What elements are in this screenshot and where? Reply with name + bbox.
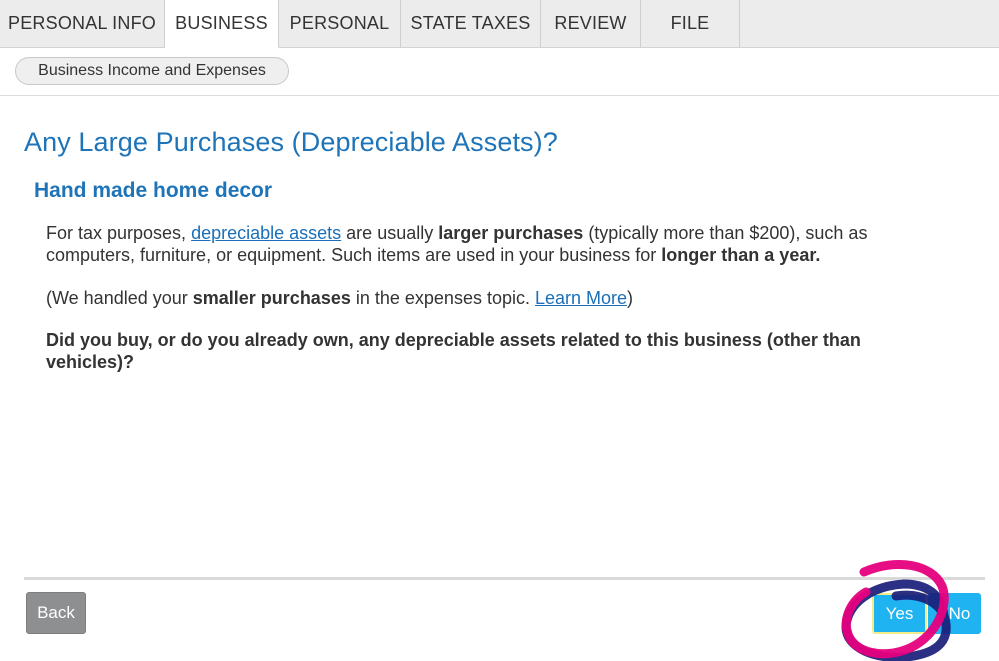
tab-business[interactable]: BUSINESS bbox=[165, 0, 279, 48]
no-button[interactable]: No bbox=[928, 593, 981, 634]
back-button[interactable]: Back bbox=[26, 592, 86, 634]
tab-state-taxes[interactable]: STATE TAXES bbox=[401, 0, 541, 47]
breadcrumb-bar: Business Income and Expenses bbox=[0, 48, 999, 96]
tab-bar-filler bbox=[740, 0, 999, 47]
text-segment: ) bbox=[627, 288, 634, 308]
bold-longer-than-year: longer than a year. bbox=[661, 245, 821, 265]
business-name-subtitle: Hand made home decor bbox=[34, 179, 273, 202]
tab-review[interactable]: REVIEW bbox=[541, 0, 641, 47]
footer-divider bbox=[24, 577, 985, 580]
breadcrumb-business-income-expenses[interactable]: Business Income and Expenses bbox=[15, 57, 289, 85]
bold-smaller-purchases: smaller purchases bbox=[192, 288, 351, 308]
tab-file[interactable]: FILE bbox=[641, 0, 740, 47]
top-nav-tabs: PERSONAL INFO BUSINESS PERSONAL STATE TA… bbox=[0, 0, 999, 48]
tab-personal-info[interactable]: PERSONAL INFO bbox=[0, 0, 165, 47]
bold-larger-purchases: larger purchases bbox=[438, 223, 584, 243]
text-segment: (We handled your bbox=[46, 288, 193, 308]
page-title: Any Large Purchases (Depreciable Assets)… bbox=[24, 127, 558, 157]
depreciable-assets-explanation: For tax purposes, depreciable assets are… bbox=[46, 222, 946, 266]
depreciable-assets-link[interactable]: depreciable assets bbox=[191, 223, 341, 243]
smaller-purchases-note: (We handled your smaller purchases in th… bbox=[46, 287, 946, 309]
depreciable-assets-question: Did you buy, or do you already own, any … bbox=[46, 330, 861, 372]
learn-more-link[interactable]: Learn More bbox=[535, 288, 627, 308]
text-segment: are usually bbox=[341, 223, 439, 243]
tab-personal[interactable]: PERSONAL bbox=[279, 0, 401, 47]
text-segment: in the expenses topic. bbox=[350, 288, 535, 308]
text-segment: For tax purposes, bbox=[46, 223, 192, 243]
yes-button[interactable]: Yes bbox=[872, 593, 927, 634]
